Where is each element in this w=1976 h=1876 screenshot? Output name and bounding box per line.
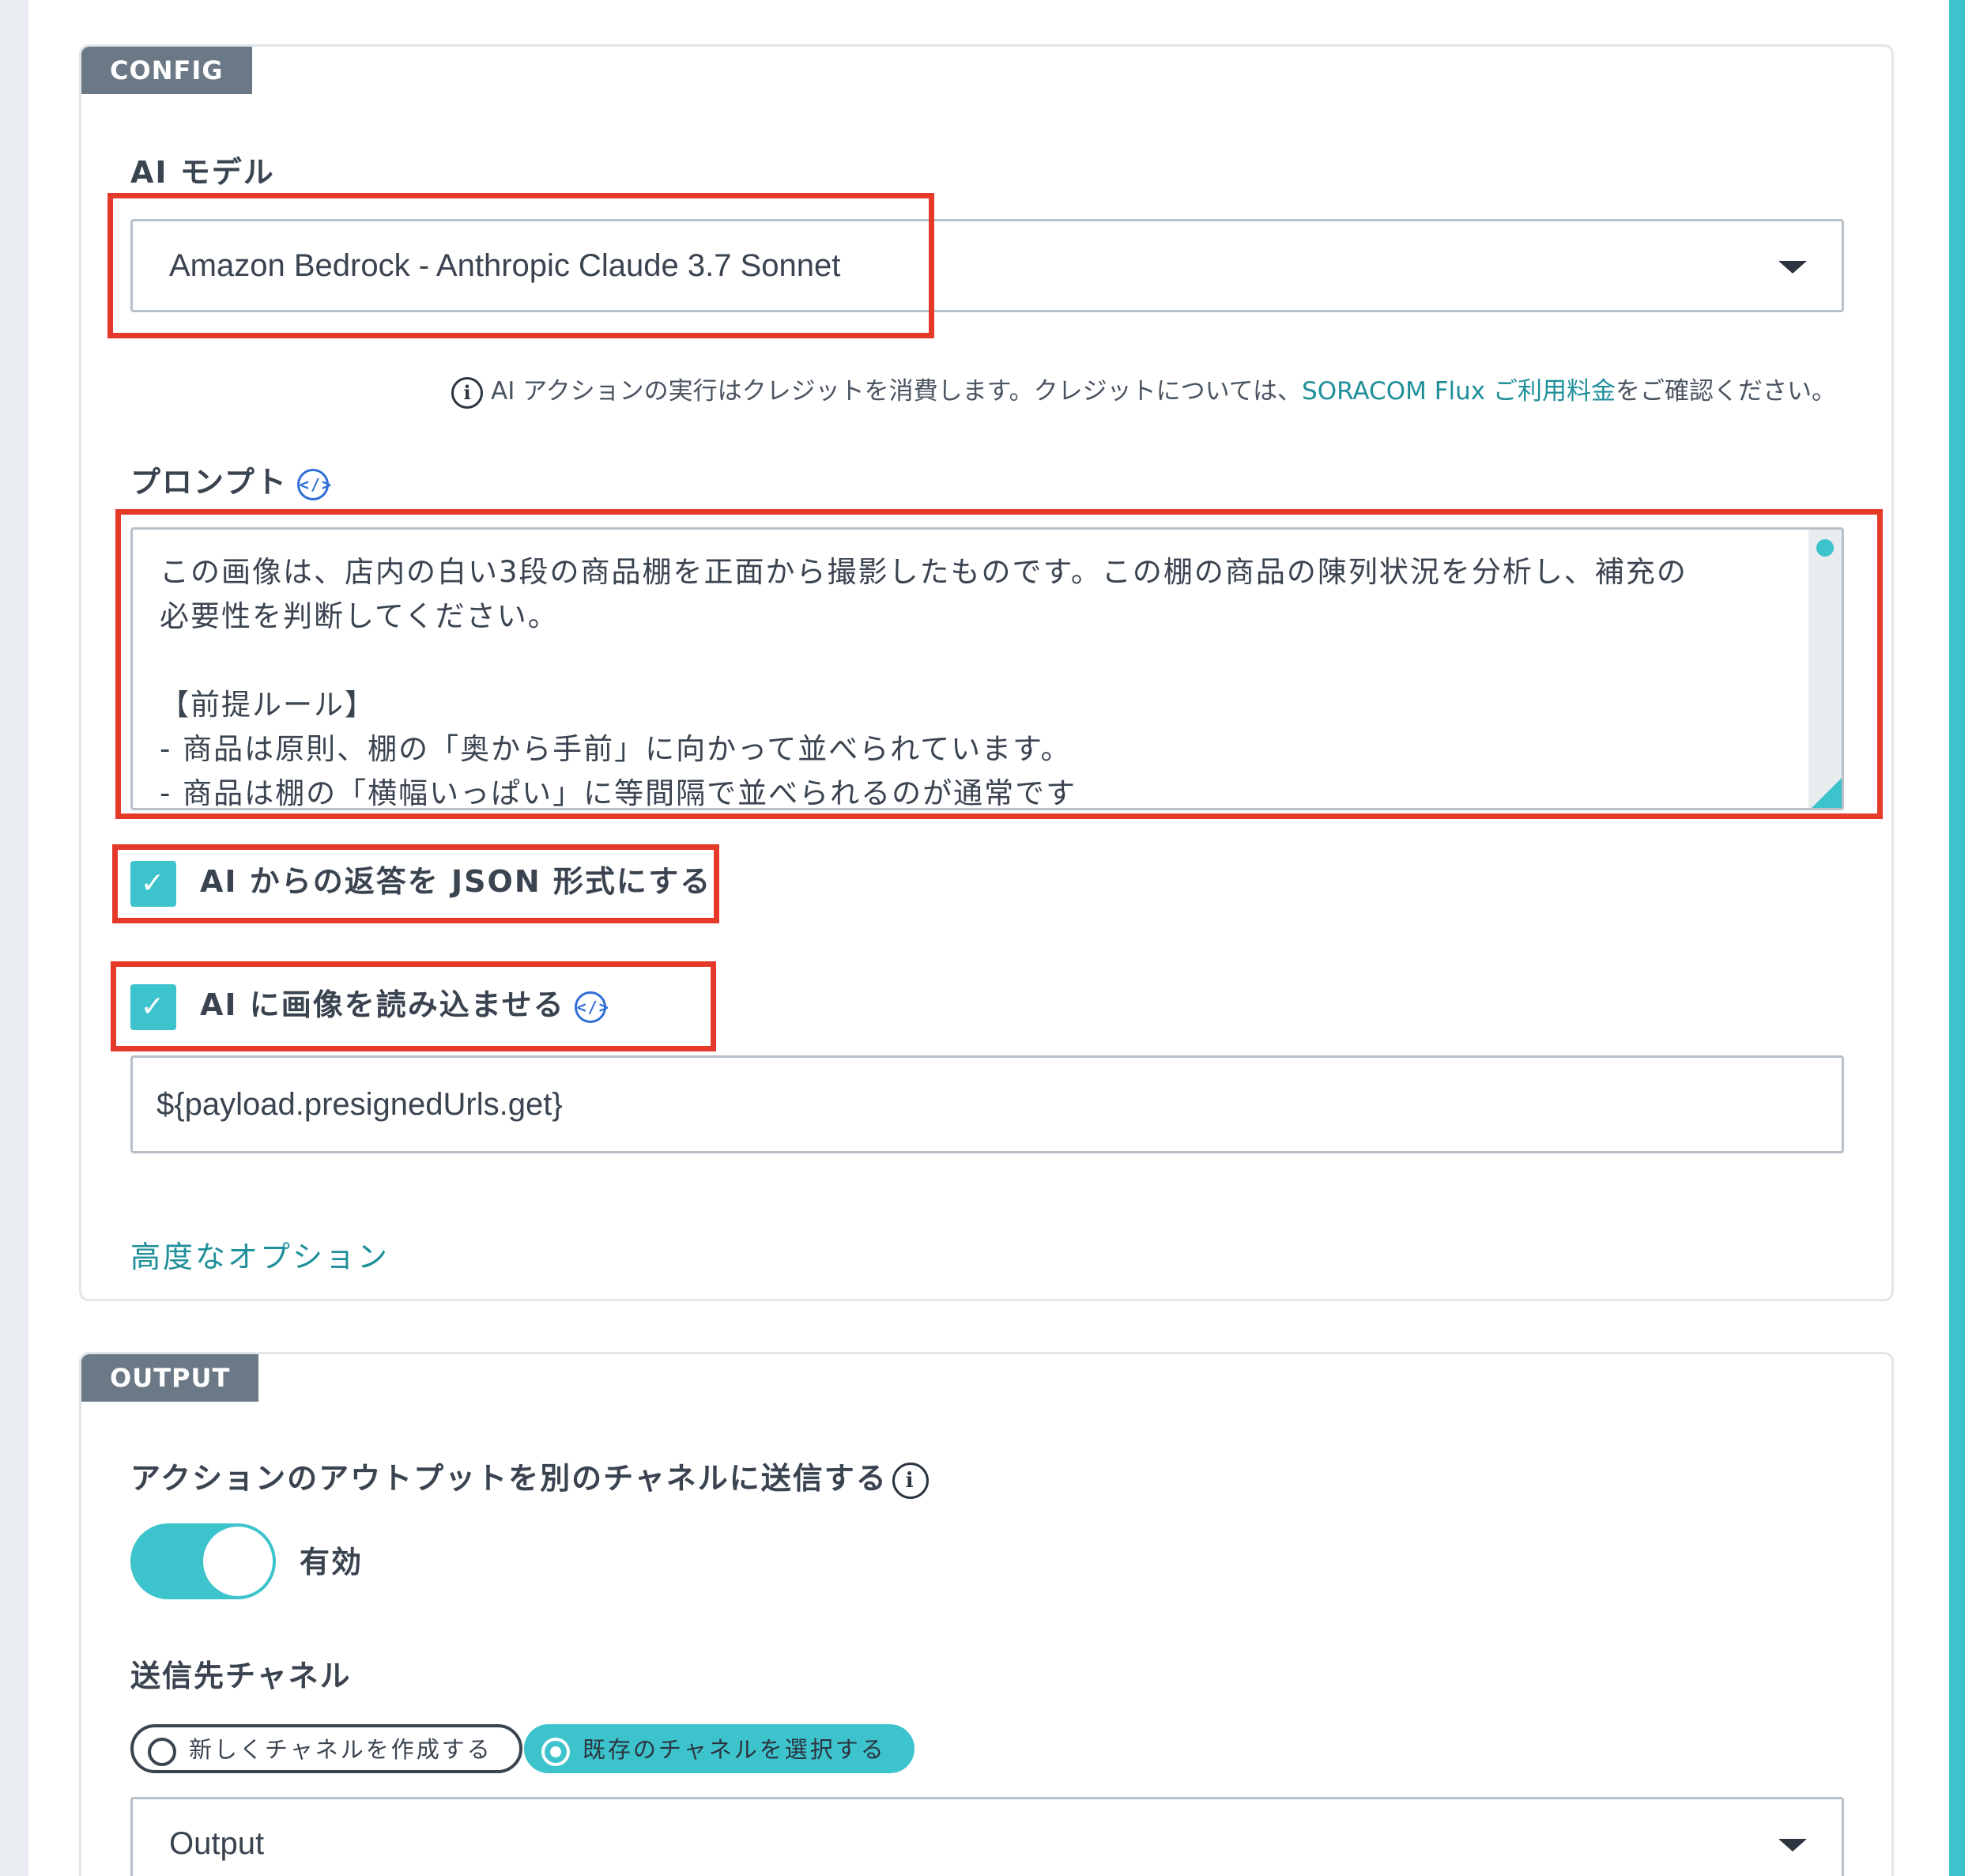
pricing-link[interactable]: SORACOM Flux ご利用料金 bbox=[1302, 377, 1616, 406]
output-section: OUTPUT アクションのアウトプットを別のチャネルに送信する i 有効 送信先チ… bbox=[79, 1352, 1894, 1876]
send-output-row: アクションのアウトプットを別のチャネルに送信する i bbox=[130, 1454, 929, 1499]
json-response-checkbox[interactable]: ✓ bbox=[130, 860, 176, 907]
prompt-text: この画像は、店内の白い3段の商品棚を正面から撮影したものです。この棚の商品の陳列… bbox=[160, 555, 1688, 810]
output-tag: OUTPUT bbox=[81, 1354, 259, 1402]
toggle-knob bbox=[203, 1527, 273, 1596]
info-circle-icon[interactable]: i bbox=[892, 1462, 929, 1499]
scrollbar-track[interactable] bbox=[1949, 0, 1965, 1876]
config-section: CONFIG AI モデル Amazon Bedrock - Anthropic… bbox=[79, 44, 1894, 1301]
left-rail bbox=[0, 0, 28, 1876]
ai-model-select[interactable]: Amazon Bedrock - Anthropic Claude 3.7 So… bbox=[130, 219, 1844, 312]
resize-handle-icon[interactable] bbox=[1812, 778, 1842, 808]
toggle-label: 有効 bbox=[300, 1545, 364, 1580]
prompt-label-row: プロンプト </> bbox=[130, 458, 331, 501]
advanced-options-link[interactable]: 高度なオプション bbox=[130, 1232, 390, 1276]
radio-new-channel[interactable]: 新しくチャネルを作成する bbox=[130, 1724, 522, 1773]
load-image-label: AI に画像を読み込ませる bbox=[200, 987, 565, 1022]
send-output-toggle[interactable] bbox=[130, 1523, 276, 1599]
load-image-row[interactable]: ✓ AI に画像を読み込ませる </> bbox=[130, 980, 609, 1030]
radio-existing-channel[interactable]: 既存のチャネルを選択する bbox=[524, 1724, 914, 1773]
check-icon: ✓ bbox=[140, 866, 167, 900]
info-circle-icon: i bbox=[451, 376, 484, 409]
ai-model-label: AI モデル bbox=[130, 155, 275, 190]
page: CONFIG AI モデル Amazon Bedrock - Anthropic… bbox=[0, 0, 1976, 1876]
chevron-down-icon bbox=[1778, 261, 1807, 274]
json-response-row[interactable]: ✓ AI からの返答を JSON 形式にする bbox=[130, 856, 711, 907]
code-icon[interactable]: </> bbox=[296, 468, 331, 500]
json-response-label: AI からの返答を JSON 形式にする bbox=[200, 864, 712, 899]
prompt-scrollbar[interactable] bbox=[1808, 530, 1842, 808]
image-url-input[interactable]: ${payload.presignedUrls.get} bbox=[130, 1055, 1844, 1153]
ai-model-value: Amazon Bedrock - Anthropic Claude 3.7 So… bbox=[169, 248, 841, 283]
prompt-label: プロンプト bbox=[130, 465, 288, 500]
chevron-down-icon bbox=[1778, 1839, 1807, 1851]
scroll-thumb[interactable] bbox=[1816, 539, 1834, 557]
prompt-textarea[interactable]: この画像は、店内の白い3段の商品棚を正面から撮影したものです。この棚の商品の陳列… bbox=[130, 527, 1844, 810]
right-scrollbar[interactable] bbox=[1941, 0, 1976, 1876]
credit-note-text: AI アクションの実行はクレジットを消費します。クレジットについては、 bbox=[491, 377, 1303, 406]
channel-value: Output bbox=[169, 1826, 265, 1861]
radio-existing-label: 既存のチャネルを選択する bbox=[583, 1736, 886, 1763]
credit-note: i AI アクションの実行はクレジットを消費します。クレジットについては、SORA… bbox=[451, 371, 1836, 409]
radio-selected-icon bbox=[541, 1738, 570, 1766]
image-url-value: ${payload.presignedUrls.get} bbox=[156, 1087, 563, 1122]
radio-new-label: 新しくチャネルを作成する bbox=[189, 1736, 492, 1763]
config-tag: CONFIG bbox=[81, 47, 252, 94]
channel-select[interactable]: Output bbox=[130, 1797, 1844, 1876]
check-icon: ✓ bbox=[140, 990, 167, 1023]
destination-channel-label: 送信先チャネル bbox=[130, 1659, 352, 1693]
credit-note-tail: をご確認ください。 bbox=[1616, 377, 1836, 406]
code-icon[interactable]: </> bbox=[574, 991, 609, 1023]
load-image-checkbox[interactable]: ✓ bbox=[130, 983, 176, 1030]
radio-empty-icon bbox=[148, 1738, 176, 1766]
send-output-label: アクションのアウトプットを別のチャネルに送信する bbox=[130, 1461, 888, 1496]
